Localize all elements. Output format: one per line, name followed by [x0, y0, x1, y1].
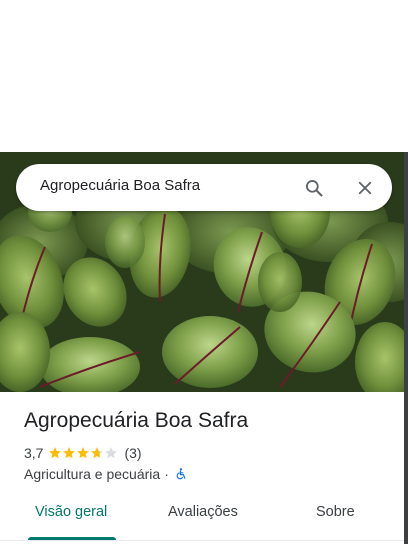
wheelchair-accessible-icon[interactable]: [174, 467, 188, 481]
rating-value: 3,7: [24, 445, 44, 461]
scrollbar[interactable]: [404, 152, 408, 544]
place-panel: Agropecuária Boa Safra Agropecuária Boa …: [0, 0, 408, 544]
separator-dot: ·: [164, 466, 169, 482]
star-icon: [77, 447, 90, 459]
star-icon: [49, 447, 62, 459]
tab-overview[interactable]: Visão geral: [35, 504, 107, 520]
category-row: Agricultura e pecuária ·: [24, 465, 188, 483]
tabs-divider: [0, 540, 404, 541]
search-button[interactable]: [301, 175, 327, 201]
tab-bar: Visão geral Avaliações Sobre: [0, 494, 404, 544]
search-icon: [306, 180, 323, 197]
star-icon: [105, 447, 118, 459]
search-bar[interactable]: Agropecuária Boa Safra: [16, 164, 392, 211]
tab-reviews[interactable]: Avaliações: [168, 504, 238, 520]
star-icon: [63, 447, 76, 459]
place-category[interactable]: Agricultura e pecuária: [24, 466, 160, 482]
blank-header-area: [0, 0, 408, 152]
star-icon: [91, 447, 104, 459]
search-query-text[interactable]: Agropecuária Boa Safra: [40, 177, 200, 194]
star-rating: [48, 446, 118, 460]
close-icon: [358, 181, 372, 195]
review-count[interactable]: (3): [124, 445, 141, 461]
place-title: Agropecuária Boa Safra: [24, 409, 249, 432]
tab-about[interactable]: Sobre: [316, 504, 355, 520]
rating-row[interactable]: 3,7 (3): [24, 444, 142, 462]
close-button[interactable]: [352, 175, 378, 201]
